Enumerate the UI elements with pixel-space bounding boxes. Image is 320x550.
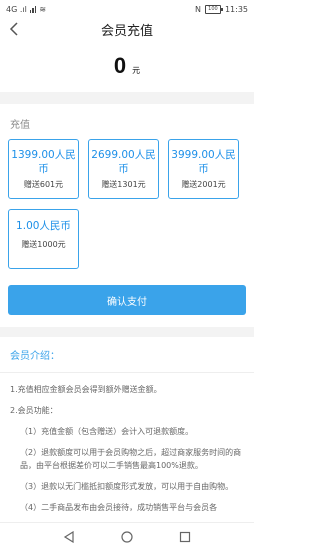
circle-home-icon bbox=[121, 530, 133, 543]
amount-unit: 元 bbox=[132, 65, 141, 75]
section-divider bbox=[0, 92, 254, 104]
intro-paragraph: （3）退款以无门槛抵扣额度形式发放，可以用于自由购物。 bbox=[20, 482, 234, 491]
triangle-back-icon bbox=[63, 530, 74, 543]
status-left: 4G .ıl ≋ bbox=[6, 5, 46, 14]
signal-icon bbox=[29, 5, 37, 13]
package-price: 1399.00人民币 bbox=[11, 149, 76, 175]
package-option[interactable]: 2699.00人民币 赠送1301元 bbox=[88, 139, 159, 199]
amount-value: 0 bbox=[113, 53, 127, 78]
nav-home-button[interactable] bbox=[119, 529, 135, 545]
page-title: 会员充值 bbox=[100, 23, 153, 39]
intro-paragraph: （2）退款额度可以用于会员购物之后，超过商家服务时间的商品，由平台根据差价可以二… bbox=[20, 448, 242, 470]
status-right: N 100 11:35 bbox=[194, 4, 248, 14]
title-bar: 会员充值 bbox=[0, 18, 254, 40]
package-option[interactable]: 1.00人民币 赠送1000元 bbox=[8, 209, 79, 269]
package-bonus: 赠送1301元 bbox=[101, 180, 146, 189]
intro-paragraph: 2.会员功能： bbox=[10, 406, 58, 415]
chevron-left-icon bbox=[9, 22, 18, 36]
signal-text: 4G .ıl bbox=[6, 4, 27, 14]
package-price: 2699.00人民币 bbox=[91, 149, 156, 175]
package-price: 1.00人民币 bbox=[16, 220, 71, 232]
package-price: 3999.00人民币 bbox=[171, 149, 236, 175]
intro-title: 会员介绍： bbox=[0, 337, 254, 373]
recharge-label: 充值 bbox=[10, 120, 30, 131]
status-bar: 4G .ıl ≋ N 100 11:35 bbox=[0, 0, 254, 18]
nav-back-button[interactable] bbox=[61, 529, 77, 545]
section-divider bbox=[0, 327, 254, 337]
package-option[interactable]: 1399.00人民币 赠送601元 bbox=[8, 139, 79, 199]
intro-paragraph: （1）充值金额（包含赠送）会计入可退款额度。 bbox=[20, 427, 194, 436]
package-option[interactable]: 3999.00人民币 赠送2001元 bbox=[168, 139, 239, 199]
amount-display: 0 元 bbox=[0, 40, 254, 92]
intro-paragraph: 1.充值相应金额会员会得到额外赠送金额。 bbox=[10, 385, 162, 394]
back-button[interactable] bbox=[4, 19, 24, 39]
nav-recent-button[interactable] bbox=[177, 529, 193, 545]
system-nav-bar bbox=[0, 522, 254, 550]
package-grid: 1399.00人民币 赠送601元 2699.00人民币 赠送1301元 399… bbox=[8, 139, 246, 269]
battery-icon: 100 bbox=[204, 4, 223, 14]
wifi-icon: ≋ bbox=[39, 4, 47, 14]
package-bonus: 赠送1000元 bbox=[21, 240, 66, 249]
recharge-section: 充值 1399.00人民币 赠送601元 2699.00人民币 赠送1301元 … bbox=[0, 104, 254, 269]
intro-body: 1.充值相应金额会员会得到额外赠送金额。 2.会员功能： （1）充值金额（包含赠… bbox=[0, 373, 254, 514]
intro-paragraph: （4）二手商品发布由会员接待，成功销售平台与会员各 bbox=[20, 503, 218, 512]
package-bonus: 赠送2001元 bbox=[181, 180, 226, 189]
package-bonus: 赠送601元 bbox=[23, 180, 64, 189]
square-recent-icon bbox=[179, 531, 191, 542]
clock: 11:35 bbox=[224, 4, 248, 14]
confirm-pay-button[interactable]: 确认支付 bbox=[8, 285, 246, 315]
nfc-icon: N bbox=[194, 4, 201, 14]
